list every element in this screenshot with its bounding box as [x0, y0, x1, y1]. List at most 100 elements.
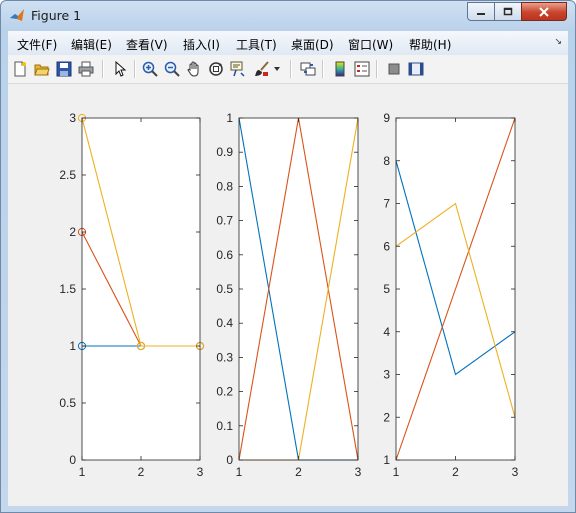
y-tick-label: 2 — [383, 410, 390, 424]
rotate-3d-button[interactable] — [206, 59, 226, 79]
y-tick-label: 0.3 — [216, 350, 233, 364]
menu-desktop[interactable]: 桌面(D) — [291, 36, 334, 53]
window-title: Figure 1 — [31, 8, 82, 23]
toolbar-separator — [290, 60, 292, 78]
x-tick-label: 3 — [197, 465, 204, 479]
y-tick-label: 1 — [383, 453, 390, 467]
x-tick-label: 1 — [79, 465, 86, 479]
legend-icon — [354, 61, 370, 77]
brush-dropdown-button[interactable] — [272, 59, 282, 79]
zoom-out-icon — [164, 61, 180, 77]
title-bar[interactable]: Figure 1 — [1, 1, 575, 31]
menu-tools[interactable]: 工具(T) — [236, 36, 277, 53]
y-tick-label: 0.6 — [216, 248, 233, 262]
pan-button[interactable] — [184, 59, 204, 79]
show-plot-tools-icon — [408, 62, 424, 76]
new-figure-icon — [14, 61, 26, 77]
x-tick-label: 1 — [236, 465, 243, 479]
data-cursor-icon — [230, 61, 245, 77]
brush-dropdown-icon — [274, 67, 280, 71]
link-plot-button[interactable] — [298, 59, 318, 79]
y-tick-label: 0 — [226, 453, 233, 467]
y-tick-label: 2.5 — [59, 168, 76, 182]
subplot-2-axes[interactable] — [239, 118, 358, 460]
x-tick-label: 3 — [512, 465, 519, 479]
legend-button[interactable] — [352, 59, 372, 79]
save-icon — [56, 61, 72, 77]
y-tick-label: 0.9 — [216, 145, 233, 159]
x-tick-label: 3 — [355, 465, 362, 479]
y-tick-label: 0.5 — [59, 396, 76, 410]
maximize-icon — [503, 7, 513, 16]
print-icon — [78, 61, 94, 77]
minimize-icon — [477, 12, 485, 15]
print-button[interactable] — [76, 59, 96, 79]
dock-arrow-icon[interactable]: ↘ — [554, 37, 562, 47]
pan-hand-icon — [187, 61, 199, 77]
menu-file[interactable]: 文件(F) — [17, 36, 57, 53]
y-tick-label: 3 — [69, 111, 76, 125]
y-tick-label: 1 — [226, 111, 233, 125]
minimize-button[interactable] — [467, 2, 495, 21]
brush-icon — [255, 61, 269, 76]
y-tick-label: 0.7 — [216, 214, 233, 228]
zoom-in-button[interactable] — [140, 59, 160, 79]
y-tick-label: 0.4 — [216, 316, 233, 330]
rotate-3d-icon — [209, 62, 223, 76]
brush-button[interactable] — [252, 59, 272, 79]
subplot-1-axes[interactable] — [82, 118, 200, 460]
open-file-icon — [34, 64, 50, 76]
menu-edit[interactable]: 编辑(E) — [71, 36, 112, 53]
y-tick-label: 1.5 — [59, 282, 76, 296]
figure-window: Figure 1 文件(F) 编辑(E) 查看(V) 插入(I) 工具(T) 桌… — [0, 0, 576, 513]
save-button[interactable] — [54, 59, 74, 79]
menu-view[interactable]: 查看(V) — [126, 36, 168, 53]
menu-insert[interactable]: 插入(I) — [183, 36, 220, 53]
colorbar-icon — [335, 61, 345, 77]
zoom-out-button[interactable] — [162, 59, 182, 79]
toolbar-separator — [134, 60, 136, 78]
matlab-logo-icon — [10, 9, 24, 21]
y-tick-label: 8 — [383, 154, 390, 168]
toolbar-separator — [322, 60, 324, 78]
show-plot-tools-button[interactable] — [406, 59, 426, 79]
menu-window[interactable]: 窗口(W) — [348, 36, 393, 53]
y-tick-label: 3 — [383, 368, 390, 382]
colorbar-button[interactable] — [330, 59, 350, 79]
x-tick-label: 2 — [452, 465, 459, 479]
y-tick-label: 2 — [69, 225, 76, 239]
figure-toolbar — [8, 55, 568, 84]
x-tick-label: 1 — [393, 465, 400, 479]
close-icon — [539, 6, 549, 17]
y-tick-label: 7 — [383, 197, 390, 211]
select-arrow-button[interactable] — [110, 59, 130, 79]
hide-plot-tools-button[interactable] — [384, 59, 404, 79]
menu-help[interactable]: 帮助(H) — [409, 36, 451, 53]
close-button[interactable] — [521, 2, 567, 21]
y-tick-label: 4 — [383, 325, 390, 339]
menu-bar: 文件(F) 编辑(E) 查看(V) 插入(I) 工具(T) 桌面(D) 窗口(W… — [8, 31, 568, 55]
y-tick-label: 9 — [383, 111, 390, 125]
figure-canvas[interactable]: 0 0.5 1 1.5 2 2.5 3 1 2 3 0 0.1 0.2 0.3 0.4 0.5 0.6 0.7 0.… — [8, 85, 568, 506]
data-cursor-button[interactable] — [228, 59, 248, 79]
new-figure-button[interactable] — [10, 59, 30, 79]
y-tick-label: 0.1 — [216, 419, 233, 433]
open-file-button[interactable] — [32, 59, 52, 79]
zoom-in-icon — [142, 61, 158, 77]
y-tick-label: 0.5 — [216, 282, 233, 296]
toolbar-separator — [376, 60, 378, 78]
y-tick-label: 0.2 — [216, 385, 233, 399]
y-tick-label: 1 — [69, 339, 76, 353]
y-tick-label: 5 — [383, 282, 390, 296]
subplots[interactable]: 0 0.5 1 1.5 2 2.5 3 1 2 3 0 0.1 0.2 0.3 0.4 0.5 0.6 0.7 0.… — [8, 85, 568, 506]
link-plot-icon — [300, 62, 316, 76]
maximize-button[interactable] — [494, 2, 522, 21]
select-arrow-icon — [115, 61, 127, 77]
x-tick-label: 2 — [295, 465, 302, 479]
figure-client-area: 文件(F) 编辑(E) 查看(V) 插入(I) 工具(T) 桌面(D) 窗口(W… — [8, 31, 568, 506]
y-tick-label: 0 — [69, 453, 76, 467]
y-tick-label: 6 — [383, 239, 390, 253]
hide-plot-tools-icon — [388, 63, 400, 75]
x-tick-label: 2 — [138, 465, 145, 479]
y-tick-label: 0.8 — [216, 179, 233, 193]
